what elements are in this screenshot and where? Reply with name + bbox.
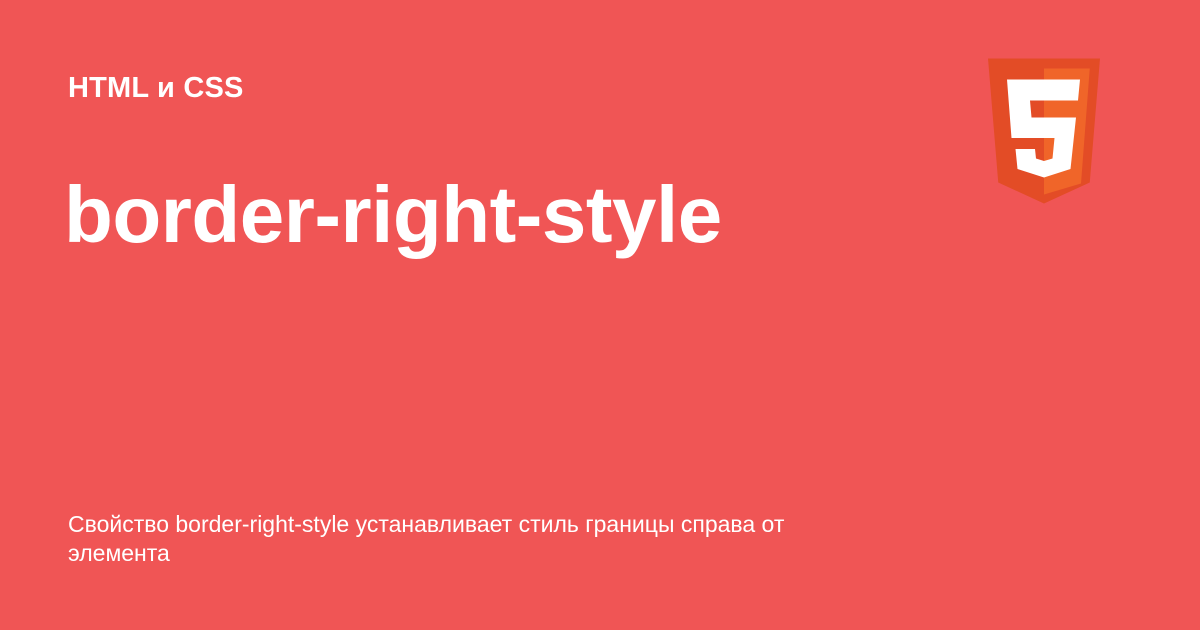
article-card: HTML и CSS border-right-style Свойство b… [0,0,1200,630]
article-description: Свойство border-right-style устанавливае… [68,511,785,566]
section-label: HTML и CSS [68,72,244,104]
article-title: border-right-style [64,170,722,259]
html5-logo-icon [980,58,1108,204]
html5-five-glyph [1007,79,1080,178]
